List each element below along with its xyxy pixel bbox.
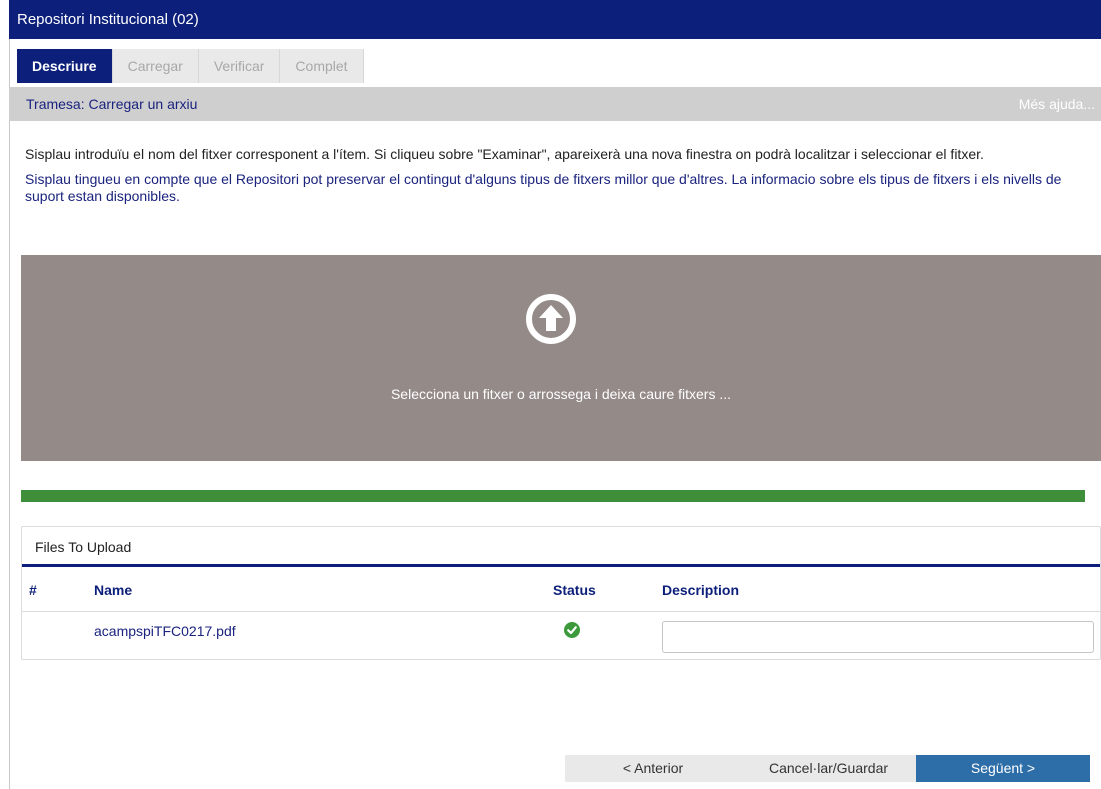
column-header-index: # (29, 582, 37, 598)
file-name: acampspiTFC0217.pdf (94, 623, 236, 639)
table-divider (22, 611, 1100, 612)
dropzone-text: Selecciona un fitxer o arrossega i deixa… (390, 386, 732, 402)
step-tabs: Descriure Carregar Verificar Complet (17, 49, 364, 83)
column-header-description: Description (662, 582, 740, 598)
more-help-link[interactable]: Més ajuda... (1019, 96, 1095, 112)
file-format-note: Sisplau tingueu en compte que el Reposit… (25, 171, 1062, 204)
previous-button[interactable]: < Anterior (565, 755, 741, 782)
cancel-save-button[interactable]: Cancel·lar/Guardar (741, 755, 916, 782)
panel-title: Files To Upload (22, 527, 1100, 567)
tab-verificar[interactable]: Verificar (198, 49, 281, 83)
tab-carregar[interactable]: Carregar (112, 49, 199, 83)
app-title: Repositori Institucional (02) (9, 0, 1101, 39)
next-button[interactable]: Següent > (916, 755, 1090, 782)
file-dropzone[interactable] (21, 255, 1101, 461)
upload-arrow-icon[interactable] (525, 293, 577, 345)
tab-complet[interactable]: Complet (280, 49, 364, 83)
upload-progress-bar (21, 490, 1085, 502)
upload-progress-fill (21, 490, 1085, 502)
check-circle-icon (564, 622, 580, 638)
files-to-upload-panel: Files To Upload # Name Status Descriptio… (21, 526, 1101, 660)
instruction-text: Sisplau introduïu el nom del fitxer corr… (25, 146, 984, 162)
section-header: Tramesa: Carregar un arxiu Més ajuda... (9, 87, 1101, 121)
file-description-input[interactable] (662, 621, 1094, 653)
section-title: Tramesa: Carregar un arxiu (26, 96, 198, 112)
column-header-name: Name (94, 582, 133, 598)
column-header-status: Status (553, 582, 596, 598)
tab-descriure[interactable]: Descriure (17, 49, 113, 83)
